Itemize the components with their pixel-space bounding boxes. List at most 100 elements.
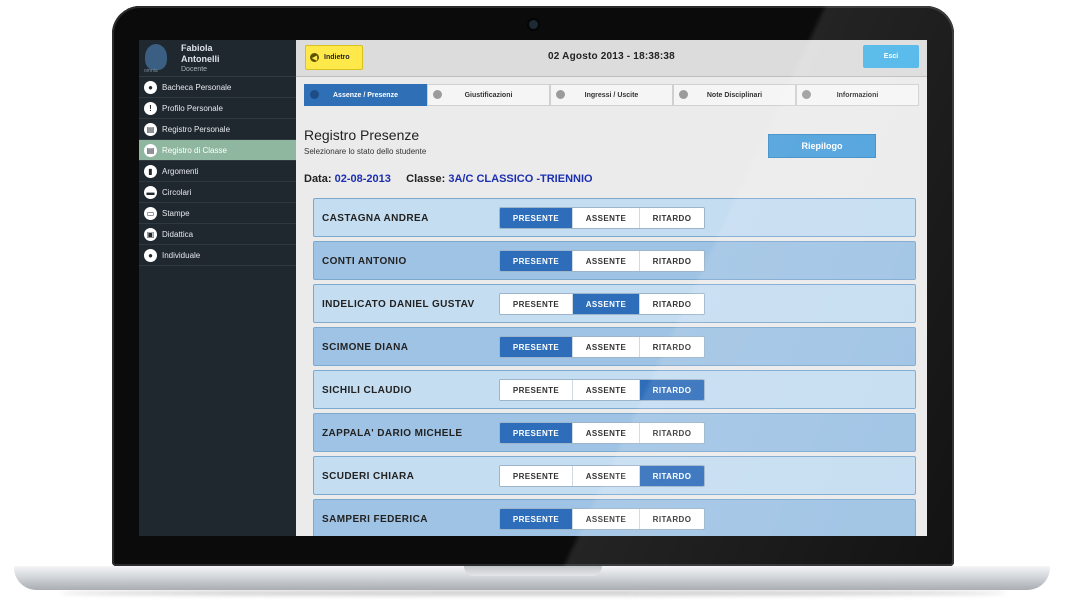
date-label: Data: bbox=[304, 173, 332, 185]
class-value: 3A/C CLASSICO -TRIENNIO bbox=[448, 173, 593, 185]
student-row: INDELICATO DANIEL GUSTAV PRESENTE ASSENTE R… bbox=[313, 284, 916, 323]
logo-icon bbox=[145, 44, 167, 70]
status-presente-button[interactable]: PRESENTE bbox=[500, 380, 572, 400]
sidebar-item-label: Profilo Personale bbox=[162, 103, 223, 113]
student-name: INDELICATO DANIEL GUSTAV bbox=[322, 299, 475, 310]
status-ritardo-button[interactable]: RITARDO bbox=[639, 423, 704, 443]
sidebar-item-label: Registro di Classe bbox=[162, 145, 227, 155]
student-name: SAMPERI FEDERICA bbox=[322, 514, 428, 525]
tab-label: Ingressi / Uscite bbox=[584, 91, 639, 99]
student-row: SAMPERI FEDERICA PRESENTE ASSENTE RITARDO bbox=[313, 499, 916, 536]
status-assente-button[interactable]: ASSENTE bbox=[572, 423, 639, 443]
sidebar-item-label: Stampe bbox=[162, 208, 190, 218]
tab-label: Assenze / Presenze bbox=[333, 91, 398, 99]
status-selector: PRESENTE ASSENTE RITARDO bbox=[499, 336, 705, 358]
sidebar-item-circolari[interactable]: ▬ Circolari bbox=[139, 182, 296, 203]
student-name: SCUDERI CHIARA bbox=[322, 471, 415, 482]
date-class-line: Data: 02-08-2013 Classe: 3A/C CLASSICO -… bbox=[304, 173, 593, 185]
status-presente-button[interactable]: PRESENTE bbox=[500, 466, 572, 486]
status-assente-button[interactable]: ASSENTE bbox=[572, 294, 639, 314]
status-presente-button[interactable]: PRESENTE bbox=[500, 337, 572, 357]
page-subtitle: Selezionare lo stato dello studente bbox=[304, 147, 427, 156]
tab-note-disciplinari[interactable]: Note Disciplinari bbox=[673, 84, 796, 106]
exit-button[interactable]: Esci bbox=[863, 45, 919, 68]
status-ritardo-button[interactable]: RITARDO bbox=[639, 509, 704, 529]
sidebar-item-individuale[interactable]: ● Individuale bbox=[139, 245, 296, 266]
status-ritardo-button[interactable]: RITARDO bbox=[639, 337, 704, 357]
status-assente-button[interactable]: ASSENTE bbox=[572, 466, 639, 486]
tab-assenze-presenze[interactable]: Assenze / Presenze bbox=[304, 84, 427, 106]
class-label: Classe: bbox=[406, 173, 446, 185]
status-assente-button[interactable]: ASSENTE bbox=[572, 509, 639, 529]
status-presente-button[interactable]: PRESENTE bbox=[500, 423, 572, 443]
sidebar-item-didattica[interactable]: ▣ Didattica bbox=[139, 224, 296, 245]
print-icon: ▭ bbox=[144, 206, 157, 220]
sidebar: omnia Fabiola Antonelli Docente ● Bacheca… bbox=[139, 40, 296, 536]
document-icon: ▮ bbox=[144, 164, 157, 178]
status-ritardo-button[interactable]: RITARDO bbox=[639, 251, 704, 271]
sidebar-item-label: Argomenti bbox=[162, 166, 199, 176]
sidebar-item-profilo-personale[interactable]: ! Profilo Personale bbox=[139, 98, 296, 119]
circle-icon bbox=[679, 90, 688, 99]
register-icon: ▤ bbox=[144, 122, 157, 136]
tab-label: Informazioni bbox=[836, 91, 879, 99]
didactics-icon: ▣ bbox=[144, 227, 157, 241]
student-name: SCIMONE DIANA bbox=[322, 342, 409, 353]
status-assente-button[interactable]: ASSENTE bbox=[572, 208, 639, 228]
status-ritardo-button[interactable]: RITARDO bbox=[639, 294, 704, 314]
camera-icon bbox=[529, 20, 538, 29]
tab-label: Giustificazioni bbox=[464, 91, 513, 99]
info-icon: ! bbox=[144, 101, 157, 115]
tab-informazioni[interactable]: Informazioni bbox=[796, 84, 919, 106]
sidebar-item-registro-di-classe[interactable]: ▤ Registro di Classe bbox=[139, 140, 296, 161]
status-assente-button[interactable]: ASSENTE bbox=[572, 337, 639, 357]
circle-icon bbox=[556, 90, 565, 99]
sidebar-item-bacheca-personale[interactable]: ● Bacheca Personale bbox=[139, 77, 296, 98]
tab-ingressi-uscite[interactable]: Ingressi / Uscite bbox=[550, 84, 673, 106]
student-row: SCUDERI CHIARA PRESENTE ASSENTE RITARDO bbox=[313, 456, 916, 495]
student-row: SICHILI CLAUDIO PRESENTE ASSENTE RITARDO bbox=[313, 370, 916, 409]
laptop-shadow bbox=[60, 590, 1006, 596]
sidebar-item-label: Circolari bbox=[162, 187, 192, 197]
sidebar-item-label: Individuale bbox=[162, 250, 201, 260]
user-card: omnia Fabiola Antonelli Docente bbox=[139, 40, 296, 77]
date-value: 02-08-2013 bbox=[334, 173, 391, 185]
sidebar-item-stampe[interactable]: ▭ Stampe bbox=[139, 203, 296, 224]
status-ritardo-button[interactable]: RITARDO bbox=[639, 466, 704, 486]
status-selector: PRESENTE ASSENTE RITARDO bbox=[499, 422, 705, 444]
user-first-name: Fabiola bbox=[181, 43, 213, 53]
sidebar-item-label: Didattica bbox=[162, 229, 194, 239]
student-row: CASTAGNA ANDREA PRESENTE ASSENTE RITARDO bbox=[313, 198, 916, 237]
status-assente-button[interactable]: ASSENTE bbox=[572, 251, 639, 271]
student-name: CONTI ANTONIO bbox=[322, 256, 407, 267]
individual-icon: ● bbox=[144, 248, 157, 262]
status-ritardo-button[interactable]: RITARDO bbox=[639, 208, 704, 228]
status-presente-button[interactable]: PRESENTE bbox=[500, 294, 572, 314]
tab-giustificazioni[interactable]: Giustificazioni bbox=[427, 84, 550, 106]
summary-button[interactable]: Riepilogo bbox=[768, 134, 876, 158]
current-datetime: 02 Agosto 2013 - 18:38:38 bbox=[548, 51, 675, 62]
status-presente-button[interactable]: PRESENTE bbox=[500, 509, 572, 529]
status-selector: PRESENTE ASSENTE RITARDO bbox=[499, 465, 705, 487]
sidebar-item-label: Bacheca Personale bbox=[162, 82, 232, 92]
user-last-name: Antonelli bbox=[181, 54, 220, 64]
status-ritardo-button[interactable]: RITARDO bbox=[639, 380, 704, 400]
student-name: SICHILI CLAUDIO bbox=[322, 385, 412, 396]
list-icon bbox=[310, 90, 319, 99]
status-presente-button[interactable]: PRESENTE bbox=[500, 208, 572, 228]
status-selector: PRESENTE ASSENTE RITARDO bbox=[499, 379, 705, 401]
user-role: Docente bbox=[181, 66, 208, 73]
user-name: Fabiola Antonelli bbox=[181, 43, 271, 65]
student-row: CONTI ANTONIO PRESENTE ASSENTE RITARDO bbox=[313, 241, 916, 280]
sidebar-item-argomenti[interactable]: ▮ Argomenti bbox=[139, 161, 296, 182]
laptop-notch bbox=[464, 566, 602, 576]
circulars-icon: ▬ bbox=[144, 185, 157, 199]
sidebar-item-registro-personale[interactable]: ▤ Registro Personale bbox=[139, 119, 296, 140]
status-assente-button[interactable]: ASSENTE bbox=[572, 380, 639, 400]
status-selector: PRESENTE ASSENTE RITARDO bbox=[499, 207, 705, 229]
student-list: CASTAGNA ANDREA PRESENTE ASSENTE RITARDO CON… bbox=[313, 198, 916, 536]
status-selector: PRESENTE ASSENTE RITARDO bbox=[499, 293, 705, 315]
sidebar-item-label: Registro Personale bbox=[162, 124, 231, 134]
sidebar-nav: ● Bacheca Personale! Profilo Personale ▤ Reg… bbox=[139, 77, 296, 266]
status-presente-button[interactable]: PRESENTE bbox=[500, 251, 572, 271]
